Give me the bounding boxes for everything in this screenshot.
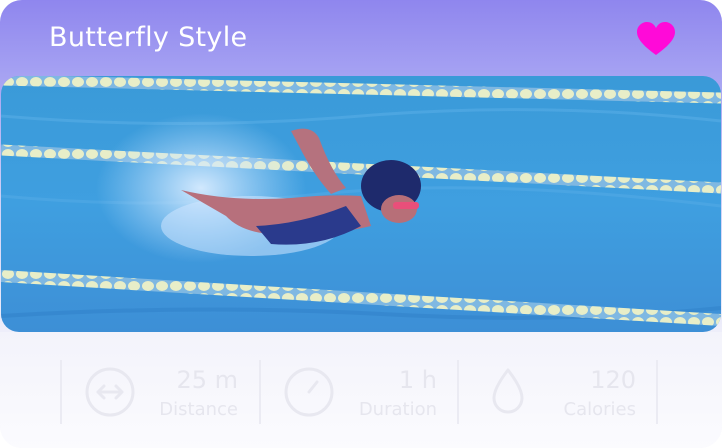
- stat-label: Distance: [159, 399, 238, 420]
- card-header: Butterfly Style: [0, 0, 722, 78]
- stat-label: Duration: [358, 399, 437, 420]
- swimmer-image: [1, 76, 721, 332]
- heart-icon: [637, 22, 675, 55]
- divider: [259, 360, 261, 424]
- divider: [457, 360, 459, 424]
- divider: [60, 360, 62, 424]
- workout-photo: [1, 76, 721, 332]
- divider: [656, 360, 658, 424]
- stat-value: 25 m: [176, 366, 238, 394]
- stat-value: 1 h: [398, 366, 437, 394]
- stat-label: Calories: [563, 399, 636, 420]
- workout-card[interactable]: Butterfly Style 25 m Distance 1 h Durati…: [0, 0, 722, 448]
- favorite-button[interactable]: [636, 22, 676, 58]
- card-title: Butterfly Style: [49, 22, 248, 53]
- stat-value: 120: [590, 366, 636, 394]
